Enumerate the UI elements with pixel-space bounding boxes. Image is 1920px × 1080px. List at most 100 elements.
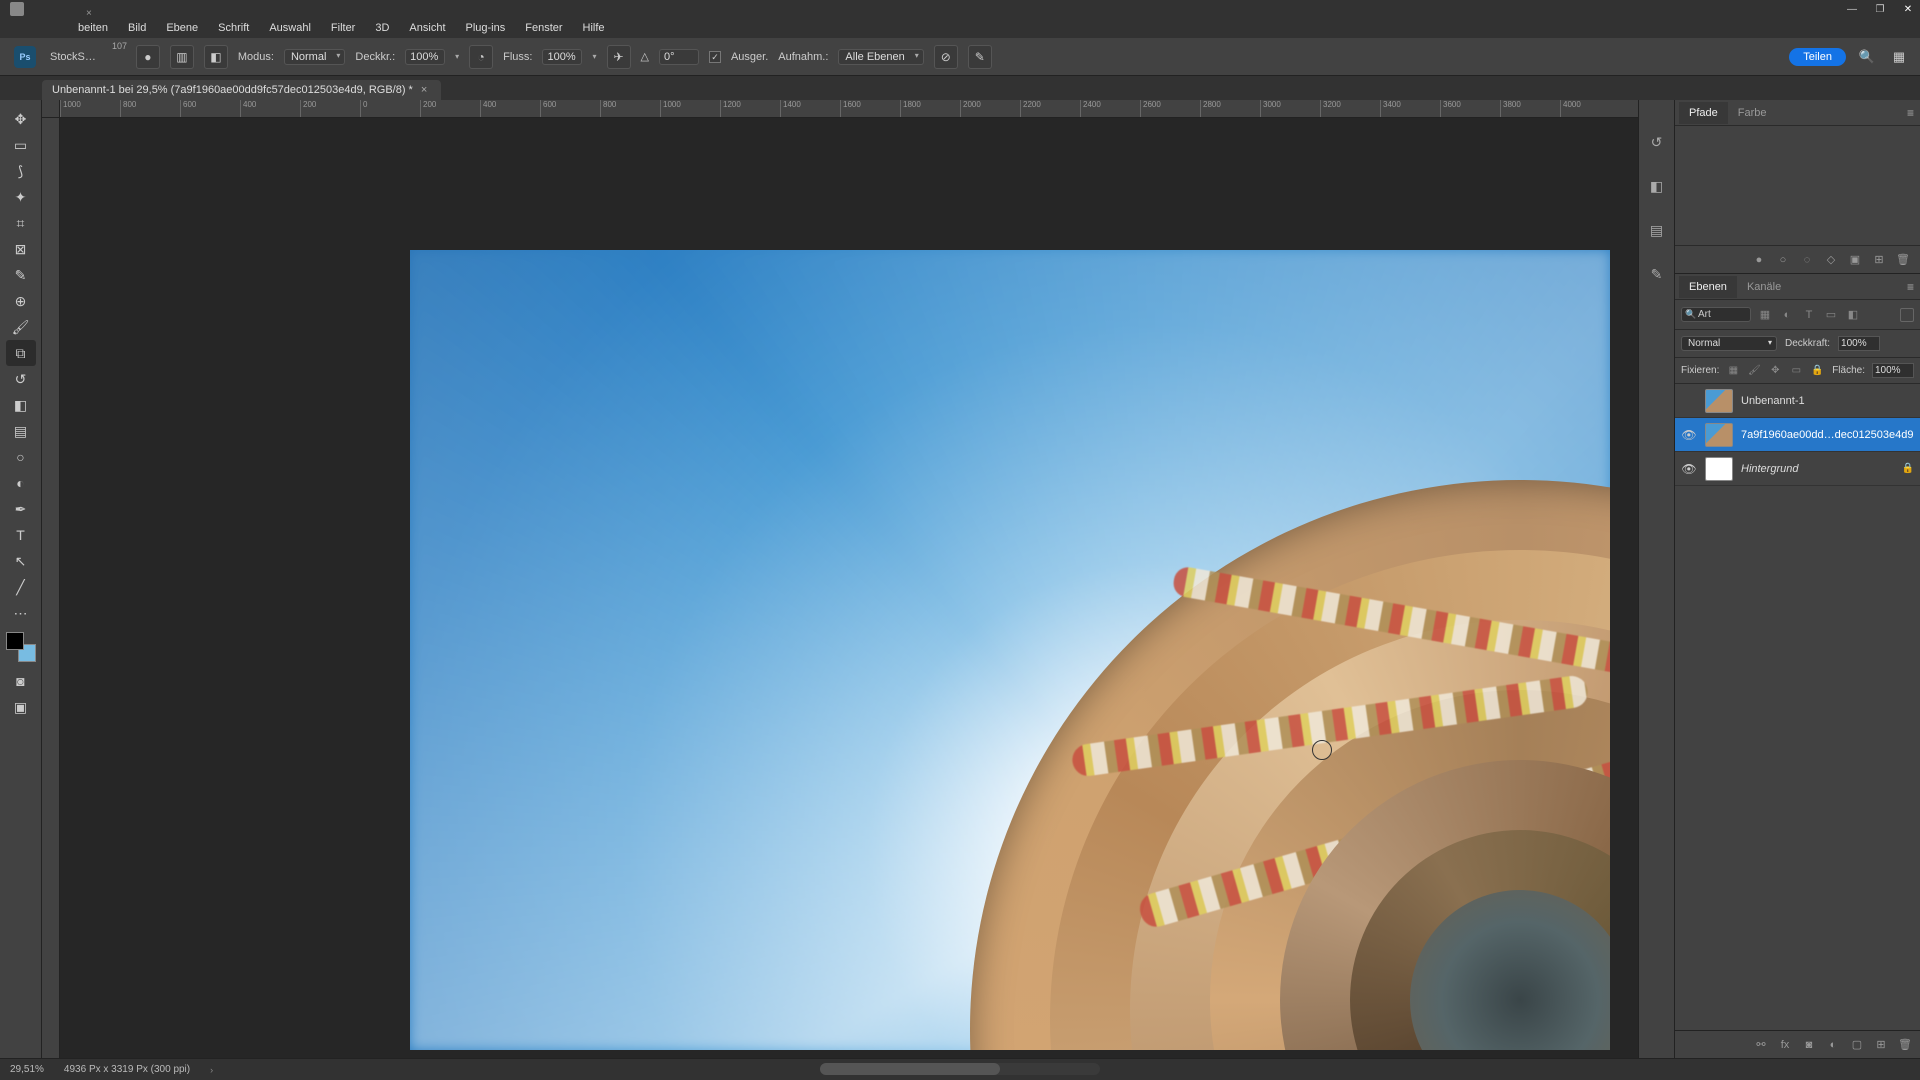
document-tab[interactable]: Unbenannt-1 bei 29,5% (7a9f1960ae00dd9fc…	[42, 80, 441, 100]
history-panel-icon[interactable]: ↺	[1645, 130, 1669, 154]
tab-kanaele[interactable]: Kanäle	[1737, 276, 1791, 298]
layers-panel-menu-icon[interactable]: ≡	[1907, 280, 1914, 294]
restore-button[interactable]: ❐	[1872, 2, 1888, 16]
layer-visibility-icon[interactable]: 👁	[1681, 427, 1697, 443]
history-brush-tool[interactable]: ↺	[6, 366, 36, 392]
path-selection-icon[interactable]: ◌	[1800, 253, 1814, 267]
paths-panel-body[interactable]	[1675, 126, 1920, 246]
status-zoom[interactable]: 29,51%	[10, 1064, 44, 1075]
color-swatch[interactable]	[6, 632, 36, 662]
menu-schrift[interactable]: Schrift	[210, 20, 257, 36]
fill-input[interactable]: 100%	[1872, 363, 1914, 378]
layer-name[interactable]: Hintergrund	[1741, 463, 1798, 475]
layer-row[interactable]: 👁 Unbenannt-1	[1675, 384, 1920, 418]
layer-row[interactable]: 👁Hintergrund🔒	[1675, 452, 1920, 486]
gradient-tool[interactable]: ▤	[6, 418, 36, 444]
aligned-checkbox[interactable]	[709, 51, 721, 63]
sample-dropdown[interactable]: Alle Ebenen	[838, 49, 923, 65]
path-new-icon[interactable]: ⊞	[1872, 253, 1886, 267]
menu-3d[interactable]: 3D	[367, 20, 397, 36]
layer-name[interactable]: Unbenannt-1	[1741, 395, 1805, 407]
menu-ansicht[interactable]: Ansicht	[401, 20, 453, 36]
quickmask-tool[interactable]: ◙	[6, 668, 36, 694]
menu-auswahl[interactable]: Auswahl	[261, 20, 319, 36]
screenmode-tool[interactable]: ▣	[6, 694, 36, 720]
layer-fx-icon[interactable]: fx	[1778, 1038, 1792, 1052]
tab-pfade[interactable]: Pfade	[1679, 102, 1728, 124]
opacity-pressure-icon[interactable]: ◔	[469, 45, 493, 69]
tab-ebenen[interactable]: Ebenen	[1679, 276, 1737, 298]
brush-preview-icon[interactable]: ●	[136, 45, 160, 69]
pressure-size-icon[interactable]: ✎	[968, 45, 992, 69]
eraser-tool[interactable]: ◧	[6, 392, 36, 418]
layer-group-icon[interactable]: ▢	[1850, 1038, 1864, 1052]
menu-bearbeiten[interactable]: beiten	[70, 20, 116, 36]
more-tools[interactable]: ⋯	[6, 600, 36, 626]
search-icon[interactable]: 🔍	[1856, 46, 1878, 68]
layer-new-icon[interactable]: ⊞	[1874, 1038, 1888, 1052]
airbrush-icon[interactable]: ✈	[607, 45, 631, 69]
filter-adjust-icon[interactable]: ◐	[1779, 307, 1795, 323]
filter-type-icon[interactable]: T	[1801, 307, 1817, 323]
paths-panel-icon[interactable]: ✎	[1645, 262, 1669, 286]
horizontal-ruler[interactable]: 1000800600400200020040060080010001200140…	[60, 100, 1638, 118]
layer-thumbnail[interactable]	[1705, 423, 1733, 447]
layer-mask-icon[interactable]: ◙	[1802, 1038, 1816, 1052]
path-trash-icon[interactable]: 🗑	[1896, 253, 1910, 267]
ignore-adjust-icon[interactable]: ⊘	[934, 45, 958, 69]
layer-visibility-icon[interactable]: 👁	[1681, 393, 1697, 409]
angle-input[interactable]: 0°	[659, 49, 699, 65]
flow-input[interactable]: 100%	[542, 49, 582, 65]
wand-tool[interactable]: ✦	[6, 184, 36, 210]
ruler-origin[interactable]	[42, 100, 60, 118]
paths-panel-menu-icon[interactable]: ≡	[1907, 106, 1914, 120]
eyedropper-tool[interactable]: ✎	[6, 262, 36, 288]
path-select-tool[interactable]: ↖	[6, 548, 36, 574]
menu-plugins[interactable]: Plug-ins	[458, 20, 514, 36]
layer-opacity-input[interactable]: 100%	[1838, 336, 1880, 351]
path-fill-icon[interactable]: ●	[1752, 253, 1766, 267]
frame-tool[interactable]: ⊠	[6, 236, 36, 262]
filter-toggle[interactable]	[1900, 308, 1914, 322]
document-tab-close-icon[interactable]: ×	[421, 84, 427, 96]
opacity-input[interactable]: 100%	[405, 49, 445, 65]
path-mask-icon[interactable]: ▣	[1848, 253, 1862, 267]
lock-position-icon[interactable]: ✥	[1768, 364, 1782, 378]
stock-label[interactable]: StockS…	[50, 51, 96, 63]
menu-filter[interactable]: Filter	[323, 20, 363, 36]
tab-farbe[interactable]: Farbe	[1728, 102, 1777, 124]
properties-panel-icon[interactable]: ▤	[1645, 218, 1669, 242]
layer-adjust-icon[interactable]: ◐	[1826, 1038, 1840, 1052]
status-doc-info[interactable]: 4936 Px x 3319 Px (300 ppi)	[64, 1064, 190, 1075]
filter-smart-icon[interactable]: ◧	[1845, 307, 1861, 323]
menu-fenster[interactable]: Fenster	[517, 20, 570, 36]
lock-artboard-icon[interactable]: ▭	[1789, 364, 1803, 378]
lock-all-icon[interactable]: 🔒	[1810, 364, 1824, 378]
lasso-tool[interactable]: ⟆	[6, 158, 36, 184]
filter-pixel-icon[interactable]: ▦	[1757, 307, 1773, 323]
horizontal-scrollbar[interactable]	[820, 1063, 1100, 1075]
share-button[interactable]: Teilen	[1789, 48, 1846, 66]
layer-name[interactable]: 7a9f1960ae00dd…dec012503e4d9	[1741, 429, 1914, 441]
layer-row[interactable]: 👁 7a9f1960ae00dd…dec012503e4d9	[1675, 418, 1920, 452]
layer-trash-icon[interactable]: 🗑	[1898, 1038, 1912, 1052]
menu-bild[interactable]: Bild	[120, 20, 154, 36]
pen-tool[interactable]: ✒	[6, 496, 36, 522]
lock-pixels-icon[interactable]: ▦	[1726, 364, 1740, 378]
dodge-tool[interactable]: ◐	[6, 470, 36, 496]
path-diamond-icon[interactable]: ◇	[1824, 253, 1838, 267]
brush-settings-icon[interactable]: ◧	[204, 45, 228, 69]
workspace-icon[interactable]: ▦	[1888, 46, 1910, 68]
status-chevron-icon[interactable]: ›	[210, 1065, 213, 1075]
home-icon[interactable]	[10, 2, 24, 16]
layer-filter-dropdown[interactable]: Art	[1681, 307, 1751, 322]
layer-visibility-icon[interactable]: 👁	[1681, 461, 1697, 477]
layer-thumbnail[interactable]	[1705, 389, 1733, 413]
layer-thumbnail[interactable]	[1705, 457, 1733, 481]
type-tool[interactable]: T	[6, 522, 36, 548]
canvas[interactable]	[60, 118, 1638, 1058]
path-stroke-icon[interactable]: ○	[1776, 253, 1790, 267]
layer-link-icon[interactable]: ⚯	[1754, 1038, 1768, 1052]
app-icon[interactable]: Ps	[14, 46, 36, 68]
brush-tool[interactable]: 🖌	[6, 314, 36, 340]
